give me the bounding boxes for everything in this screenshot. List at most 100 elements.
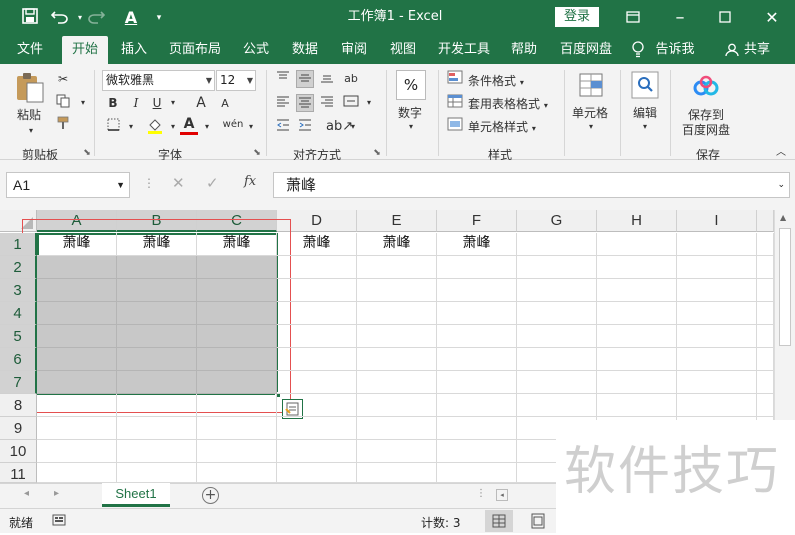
undo-icon[interactable] bbox=[50, 8, 70, 28]
italic-button[interactable]: I bbox=[127, 94, 145, 112]
tab-insert[interactable]: 插入 bbox=[114, 36, 154, 64]
table-cell[interactable] bbox=[197, 463, 277, 483]
decrease-indent-icon[interactable] bbox=[274, 118, 292, 136]
sheet-tab-sheet1[interactable]: Sheet1 bbox=[102, 483, 170, 507]
table-cell[interactable] bbox=[357, 440, 437, 463]
table-cell[interactable] bbox=[117, 256, 197, 279]
insert-function-button[interactable]: fx bbox=[244, 174, 256, 189]
table-cell[interactable] bbox=[197, 256, 277, 279]
table-cell[interactable] bbox=[517, 233, 597, 256]
table-cell[interactable] bbox=[277, 440, 357, 463]
table-cell[interactable] bbox=[757, 394, 774, 417]
close-icon[interactable]: ✕ bbox=[762, 8, 782, 28]
table-cell[interactable] bbox=[517, 302, 597, 325]
table-cell[interactable] bbox=[37, 302, 117, 325]
merge-dropdown-icon[interactable]: ▾ bbox=[360, 94, 378, 112]
column-header[interactable]: B bbox=[117, 210, 197, 232]
table-cell[interactable]: 萧峰 bbox=[357, 233, 437, 256]
table-cell[interactable] bbox=[117, 371, 197, 394]
table-cell[interactable] bbox=[117, 440, 197, 463]
table-cell[interactable] bbox=[517, 325, 597, 348]
tab-baidu-netdisk[interactable]: 百度网盘 bbox=[554, 36, 618, 64]
font-size-combo[interactable]: 12 ▼ bbox=[216, 70, 256, 91]
table-cell[interactable]: 萧峰 bbox=[37, 233, 117, 256]
formula-input[interactable]: 萧峰 ⌄ bbox=[273, 172, 790, 198]
ribbon-display-options-icon[interactable] bbox=[623, 8, 643, 28]
table-cell[interactable] bbox=[597, 302, 677, 325]
table-cell[interactable] bbox=[37, 394, 117, 417]
scrollbar-thumb[interactable] bbox=[779, 228, 791, 346]
borders-icon[interactable] bbox=[104, 118, 122, 136]
format-painter-icon[interactable] bbox=[54, 116, 72, 134]
cell-styles-icon[interactable] bbox=[446, 117, 464, 135]
row-header[interactable]: 11 bbox=[0, 463, 37, 483]
table-cell[interactable] bbox=[437, 279, 517, 302]
format-as-table-button[interactable]: 套用表格格式 ▾ bbox=[468, 95, 548, 112]
number-dropdown-icon[interactable]: ▾ bbox=[402, 118, 420, 136]
table-cell[interactable] bbox=[37, 325, 117, 348]
increase-indent-icon[interactable] bbox=[296, 118, 314, 136]
redo-icon[interactable] bbox=[86, 8, 106, 28]
column-header[interactable]: A bbox=[37, 210, 117, 232]
align-center-icon[interactable] bbox=[296, 94, 314, 112]
table-cell[interactable] bbox=[37, 279, 117, 302]
row-header[interactable]: 3 bbox=[0, 279, 37, 302]
row-header[interactable]: 4 bbox=[0, 302, 37, 325]
table-cell[interactable] bbox=[197, 325, 277, 348]
table-cell[interactable] bbox=[357, 302, 437, 325]
table-cell[interactable] bbox=[437, 440, 517, 463]
copy-icon[interactable] bbox=[54, 94, 72, 112]
table-cell[interactable] bbox=[277, 348, 357, 371]
name-box[interactable]: A1 ▼ bbox=[6, 172, 130, 198]
table-cell[interactable] bbox=[517, 348, 597, 371]
borders-dropdown-icon[interactable]: ▾ bbox=[122, 118, 140, 136]
table-cell[interactable] bbox=[677, 256, 757, 279]
table-cell[interactable] bbox=[357, 463, 437, 483]
row-header[interactable]: 2 bbox=[0, 256, 37, 279]
font-color-quick-icon[interactable]: A bbox=[121, 8, 141, 28]
table-cell[interactable] bbox=[37, 440, 117, 463]
table-cell[interactable] bbox=[757, 256, 774, 279]
table-cell[interactable]: 萧峰 bbox=[437, 233, 517, 256]
table-cell[interactable] bbox=[437, 348, 517, 371]
table-cell[interactable] bbox=[277, 463, 357, 483]
table-cell[interactable] bbox=[117, 417, 197, 440]
tab-view[interactable]: 视图 bbox=[382, 36, 424, 64]
share-button[interactable]: 共享 bbox=[742, 36, 772, 64]
login-button[interactable]: 登录 bbox=[555, 7, 599, 27]
table-cell[interactable] bbox=[757, 279, 774, 302]
table-cell[interactable] bbox=[437, 256, 517, 279]
table-cell[interactable] bbox=[197, 417, 277, 440]
font-color-dropdown-icon[interactable]: ▾ bbox=[198, 118, 216, 136]
bold-button[interactable]: B bbox=[104, 94, 122, 112]
fill-color-icon[interactable] bbox=[146, 118, 164, 136]
table-cell[interactable] bbox=[37, 417, 117, 440]
row-header[interactable]: 9 bbox=[0, 417, 37, 440]
number-format-icon[interactable]: % bbox=[396, 70, 426, 100]
table-cell[interactable] bbox=[597, 394, 677, 417]
baidu-netdisk-icon[interactable] bbox=[692, 74, 720, 100]
table-cell[interactable] bbox=[277, 394, 357, 417]
table-cell[interactable] bbox=[277, 371, 357, 394]
find-icon[interactable] bbox=[630, 70, 660, 100]
table-cell[interactable] bbox=[597, 325, 677, 348]
table-cell[interactable] bbox=[277, 417, 357, 440]
table-cell[interactable] bbox=[117, 325, 197, 348]
enter-icon[interactable]: ✓ bbox=[206, 174, 219, 192]
table-cell[interactable] bbox=[517, 371, 597, 394]
prev-sheet-icon[interactable]: ◂ bbox=[24, 488, 29, 499]
font-color-button[interactable]: A bbox=[180, 116, 198, 135]
table-cell[interactable] bbox=[517, 256, 597, 279]
orientation-icon[interactable]: ab↗ bbox=[326, 118, 353, 136]
scroll-left-icon[interactable]: ◂ bbox=[496, 489, 508, 501]
tab-developer[interactable]: 开发工具 bbox=[432, 36, 496, 64]
table-cell[interactable] bbox=[757, 325, 774, 348]
column-header[interactable]: D bbox=[277, 210, 357, 232]
table-cell[interactable] bbox=[277, 302, 357, 325]
table-cell[interactable] bbox=[597, 348, 677, 371]
macro-record-icon[interactable] bbox=[52, 514, 66, 526]
paste-dropdown-icon[interactable]: ▾ bbox=[22, 122, 40, 140]
column-header[interactable]: I bbox=[677, 210, 757, 232]
row-header[interactable]: 7 bbox=[0, 371, 37, 394]
row-header[interactable]: 1 bbox=[0, 233, 37, 256]
